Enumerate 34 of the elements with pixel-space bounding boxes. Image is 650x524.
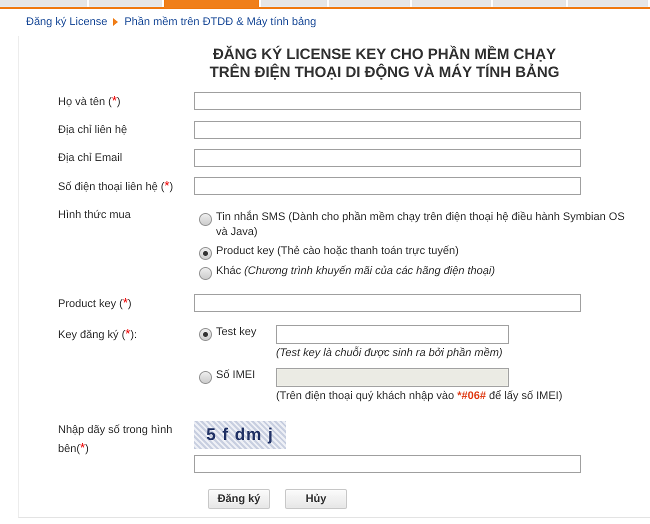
breadcrumb-link[interactable]: Phần mềm trên ĐTDĐ & Máy tính bảng xyxy=(124,16,316,28)
caret-icon xyxy=(113,18,118,26)
field-label: Product key (*) xyxy=(57,294,133,312)
option-label: Tin nhắn SMS (Dành cho phần mềm chạy trên điện thoại hệ điều hành Symbian OS và Java) xyxy=(216,210,626,240)
option-label: Số IMEI xyxy=(216,368,256,383)
radio-button[interactable] xyxy=(199,213,212,226)
option-label: Khác (Chương trình khuyến mãi của các hãng điện thoại) xyxy=(216,264,496,279)
text-field[interactable] xyxy=(194,177,581,195)
field-label: Họ và tên (*) xyxy=(57,92,122,110)
text-field[interactable] xyxy=(276,325,509,344)
field-label: Số điện thoại liên hệ (*) xyxy=(57,177,174,195)
field-label: Địa chỉ Email xyxy=(57,151,124,166)
form-title: ĐĂNG KÝ LICENSE KEY CHO PHẦN MỀM CHẠY xyxy=(212,46,558,64)
form-title: TRÊN ĐIỆN THOẠI DI ĐỘNG VÀ MÁY TÍNH BẢNG xyxy=(208,64,560,82)
radio-button[interactable] xyxy=(199,328,212,341)
field-label: Địa chỉ liên hệ xyxy=(57,123,128,138)
cancel-button[interactable]: Hủy xyxy=(285,489,347,509)
hint-text: (Trên điện thoại quý khách nhập vào *#06# để lấy số IMEI) xyxy=(276,389,562,403)
captcha-field[interactable] xyxy=(194,455,581,473)
radio-button[interactable] xyxy=(199,267,212,280)
radio-button[interactable] xyxy=(199,247,212,260)
text-field[interactable] xyxy=(194,121,581,139)
breadcrumb-link[interactable]: Đăng ký License xyxy=(26,16,108,28)
option-label: Test key xyxy=(216,325,256,340)
text-field[interactable] xyxy=(194,92,581,110)
field-label: Hình thức mua xyxy=(57,208,132,223)
field-label: Nhập dãy số trong hình bên(*) xyxy=(57,423,174,457)
captcha-image: 5 f dm j xyxy=(194,421,286,449)
field-label: Key đăng ký (*): xyxy=(57,325,138,343)
text-field[interactable] xyxy=(194,149,581,167)
register-button[interactable]: Đăng ký xyxy=(208,489,270,509)
option-label: Product key (Thẻ cào hoặc thanh toán trực tuyến) xyxy=(216,244,459,259)
text-field[interactable] xyxy=(194,294,581,312)
hint-text: (Test key là chuỗi được sinh ra bởi phần mềm) xyxy=(276,346,503,360)
